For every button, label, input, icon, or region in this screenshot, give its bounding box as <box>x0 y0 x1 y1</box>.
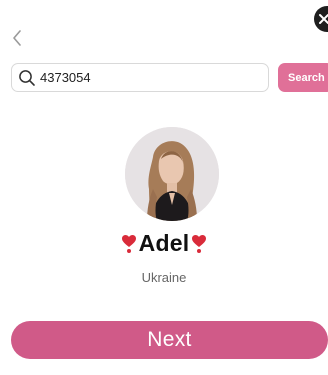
search-input[interactable] <box>40 70 260 85</box>
heart-exclamation-icon <box>192 234 207 253</box>
next-button[interactable]: Next <box>11 321 328 359</box>
close-icon <box>319 14 328 24</box>
back-button[interactable] <box>8 28 26 48</box>
close-button[interactable] <box>314 6 328 32</box>
profile-name-row: Adel <box>0 230 328 257</box>
user-name: Adel <box>138 230 190 256</box>
profile-search-screen: Search Adel Ukraine Next <box>0 0 328 375</box>
search-field[interactable] <box>11 63 269 92</box>
search-icon <box>18 69 36 87</box>
search-button[interactable]: Search <box>278 63 328 92</box>
heart-exclamation-icon <box>121 234 136 253</box>
user-country: Ukraine <box>141 270 187 285</box>
chevron-left-icon <box>13 30 21 46</box>
avatar <box>125 127 219 221</box>
